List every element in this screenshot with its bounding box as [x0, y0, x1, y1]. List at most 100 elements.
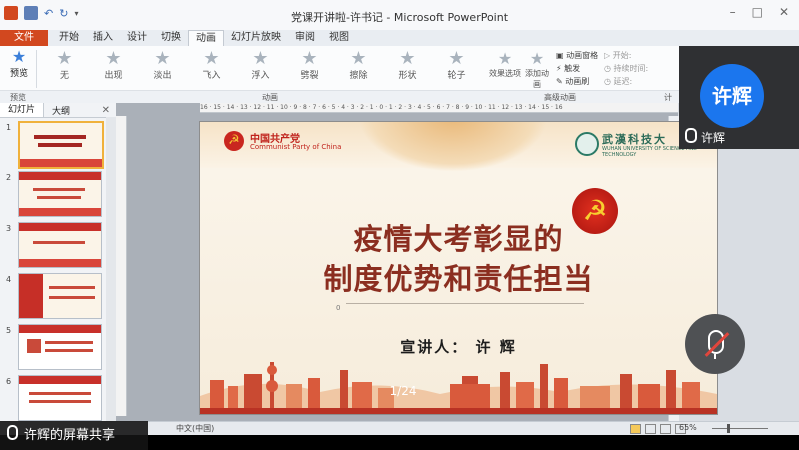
view-buttons	[630, 424, 686, 434]
slide-thumbnail[interactable]: 2	[4, 171, 110, 217]
slide-sorter-icon[interactable]	[645, 424, 656, 434]
thumbnail-image	[18, 171, 102, 217]
group-label-timing: 计	[664, 93, 672, 102]
slide-thumbnail[interactable]: 4	[4, 273, 110, 319]
animation-pane-label: 动画窗格	[566, 51, 599, 60]
animation-painter-label: 动画刷	[565, 77, 590, 86]
zoom-slider[interactable]	[712, 428, 768, 429]
preview-button[interactable]: ★ 预览	[6, 48, 32, 80]
effect-float-in[interactable]: ★ 浮入	[236, 50, 285, 82]
slide-number: 5	[6, 326, 12, 335]
mute-toggle-button[interactable]	[685, 314, 745, 374]
title-bar: ↶ ↻ ▾ 党课开讲啦-许书记 - Microsoft PowerPoint –…	[0, 0, 799, 31]
vertical-ruler	[116, 116, 127, 416]
participant-video-tile[interactable]: 许辉 许辉	[679, 46, 799, 149]
slide-thumbnail[interactable]: 3	[4, 222, 110, 268]
thumbnail-image	[18, 222, 102, 268]
participant-name: 许辉	[701, 131, 726, 145]
thumbnail-image	[18, 375, 102, 421]
tab-outline[interactable]: 大纲	[44, 104, 78, 117]
effect-fly-in[interactable]: ★ 飞入	[187, 50, 236, 82]
effect-label: 擦除	[349, 71, 368, 81]
tab-review[interactable]: 审阅	[288, 30, 322, 46]
animation-gallery: ★ 无 ★ 出现 ★ 淡出 ★ 飞入 ★ 浮入 ★ 劈裂 ★ 擦除 ★ 形状 ★ 轮子	[40, 48, 481, 82]
timing-group: ▷ 开始: ◷ 持续时间: ◷ 延迟:	[604, 49, 648, 88]
start-label: 开始:	[612, 51, 632, 60]
delay-field[interactable]: ◷ 延迟:	[604, 75, 648, 88]
slide-thumbnail[interactable]: 1	[4, 121, 110, 169]
tab-home[interactable]: 开始	[52, 30, 86, 46]
maximize-button[interactable]: □	[752, 5, 763, 19]
slides-panel: 幻灯片 大纲 ✕ 1 2 3 4 5 6	[0, 103, 117, 421]
delay-label: 延迟:	[613, 77, 633, 86]
effect-options-label: 效果选项	[489, 69, 521, 78]
language-indicator[interactable]: 中文(中国)	[176, 423, 214, 434]
star-icon: ★	[497, 49, 513, 68]
star-icon: ★	[56, 48, 73, 69]
duration-label: 持续时间:	[613, 64, 649, 73]
tab-slides[interactable]: 幻灯片	[0, 103, 45, 117]
window-controls: – □ ✕	[730, 5, 789, 19]
effect-fade[interactable]: ★ 淡出	[138, 50, 187, 82]
tab-animations[interactable]: 动画	[188, 29, 224, 47]
group-separator	[36, 50, 37, 88]
animation-pane-button[interactable]: ▣ 动画窗格	[556, 49, 598, 62]
add-animation-button[interactable]: ★ 添加动画	[522, 50, 552, 90]
close-panel-icon[interactable]: ✕	[102, 105, 110, 116]
effect-shape[interactable]: ★ 形状	[383, 50, 432, 82]
current-slide[interactable]: ☭ 中国共产党 Communist Party of China 武漢科技大 W…	[199, 121, 718, 415]
page-indicator: 1/24	[389, 384, 417, 398]
preview-label: 预览	[9, 69, 28, 79]
screen-share-text: 许辉的屏幕共享	[24, 428, 116, 443]
zoom-slider-thumb[interactable]	[727, 424, 730, 433]
thumbnail-image	[18, 324, 102, 370]
group-label-animation: 动画	[262, 93, 278, 102]
effect-wipe[interactable]: ★ 擦除	[334, 48, 383, 82]
close-button[interactable]: ✕	[779, 5, 789, 19]
effect-appear[interactable]: ★ 出现	[89, 48, 138, 82]
zoom-level[interactable]: 65%	[679, 423, 697, 432]
participant-avatar: 许辉	[700, 64, 764, 128]
effect-split[interactable]: ★ 劈裂	[285, 48, 334, 82]
star-icon: ★	[350, 48, 367, 69]
add-animation-star-icon: ★	[529, 49, 545, 68]
star-icon: ★	[301, 48, 318, 69]
slides-panel-scrollbar[interactable]	[106, 117, 116, 421]
animation-painter-button[interactable]: ✎ 动画刷	[556, 75, 598, 88]
slide-number: 3	[6, 224, 12, 233]
effect-label: 劈裂	[300, 71, 319, 81]
slide-thumbnail[interactable]: 6	[4, 375, 110, 421]
horizontal-ruler: 16 · 15 · 14 · 13 · 12 · 11 · 10 · 9 · 8…	[200, 103, 678, 113]
tab-design[interactable]: 设计	[120, 30, 154, 46]
start-field[interactable]: ▷ 开始:	[604, 49, 648, 62]
tab-view[interactable]: 视图	[322, 30, 356, 46]
reading-view-icon[interactable]	[660, 424, 671, 434]
ruler-zero-marker: 0	[336, 304, 341, 312]
slide-thumbnail[interactable]: 5	[4, 324, 110, 370]
ribbon-tabs: 文件 开始 插入 设计 切换 动画 幻灯片放映 审阅 视图	[0, 29, 799, 47]
tab-insert[interactable]: 插入	[86, 30, 120, 46]
effect-label: 形状	[398, 71, 417, 81]
effect-none[interactable]: ★ 无	[40, 48, 89, 82]
slide-number: 1	[6, 123, 12, 132]
star-icon: ★	[105, 48, 122, 69]
university-logo	[575, 132, 599, 156]
trigger-button[interactable]: ⚡ 触发	[556, 62, 598, 75]
slide-title-line2: 制度优势和责任担当	[323, 262, 594, 296]
slide-number: 6	[6, 377, 12, 386]
tab-file[interactable]: 文件	[0, 30, 48, 46]
minimize-button[interactable]: –	[730, 5, 736, 19]
advanced-animation-list: ▣ 动画窗格 ⚡ 触发 ✎ 动画刷	[556, 49, 598, 88]
effect-options-button[interactable]: ★ 效果选项	[488, 50, 522, 79]
tab-slideshow[interactable]: 幻灯片放映	[224, 30, 288, 46]
thumbnail-image	[18, 121, 104, 169]
tab-transitions[interactable]: 切换	[154, 30, 188, 46]
trigger-label: 触发	[564, 64, 581, 73]
add-animation-label: 添加动画	[525, 69, 549, 89]
effect-label: 浮入	[251, 71, 270, 81]
group-label-preview: 预览	[10, 93, 26, 102]
effect-wheel[interactable]: ★ 轮子	[432, 50, 481, 82]
duration-field[interactable]: ◷ 持续时间:	[604, 62, 648, 75]
normal-view-icon[interactable]	[630, 424, 641, 434]
screen-share-banner: 许辉的屏幕共享	[0, 421, 148, 450]
